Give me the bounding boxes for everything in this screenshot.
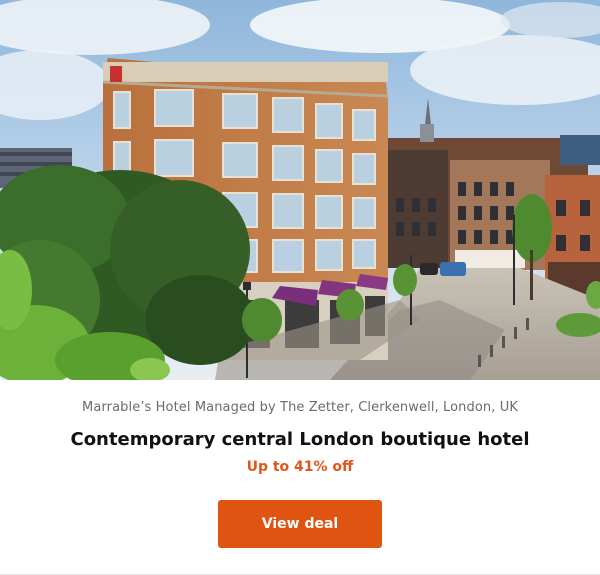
discount-badge: Up to 41% off: [246, 459, 354, 475]
deal-card: Marrable’s Hotel Managed by The Zetter, …: [0, 0, 600, 575]
deal-headline[interactable]: Contemporary central London boutique hot…: [0, 429, 600, 450]
hotel-location: Marrable’s Hotel Managed by The Zetter, …: [82, 400, 518, 415]
view-deal-button[interactable]: View deal: [218, 500, 382, 548]
hotel-photo[interactable]: [0, 0, 600, 380]
deal-info: Marrable’s Hotel Managed by The Zetter, …: [0, 380, 600, 548]
